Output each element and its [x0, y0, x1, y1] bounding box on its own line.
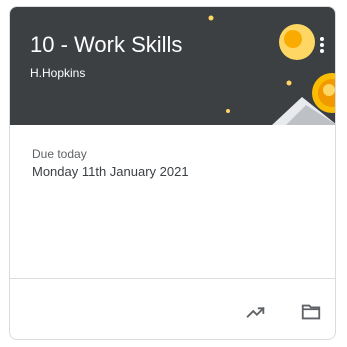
more-vertical-icon [320, 37, 324, 53]
planet-large-core [284, 30, 302, 48]
decor-dot [208, 15, 214, 21]
planet-orange-core [323, 84, 335, 96]
decor-dot [286, 80, 292, 86]
decor-dot [226, 109, 230, 113]
class-title[interactable]: 10 - Work Skills [30, 31, 182, 59]
class-drive-folder-button[interactable] [293, 294, 329, 330]
due-label: Due today [32, 147, 87, 161]
trending-up-icon [246, 307, 265, 318]
card-divider [10, 278, 335, 279]
teacher-name: H.Hopkins [30, 66, 86, 80]
class-card-header: 10 - Work Skills H.Hopkins [10, 7, 335, 125]
more-options-button[interactable] [310, 29, 334, 61]
class-card: 10 - Work Skills H.Hopkins Due today Mon… [9, 6, 336, 340]
due-assignment-link[interactable]: Monday 11th January 2021 [32, 163, 189, 181]
folder-icon [301, 304, 321, 320]
gradebook-button[interactable] [238, 294, 274, 330]
